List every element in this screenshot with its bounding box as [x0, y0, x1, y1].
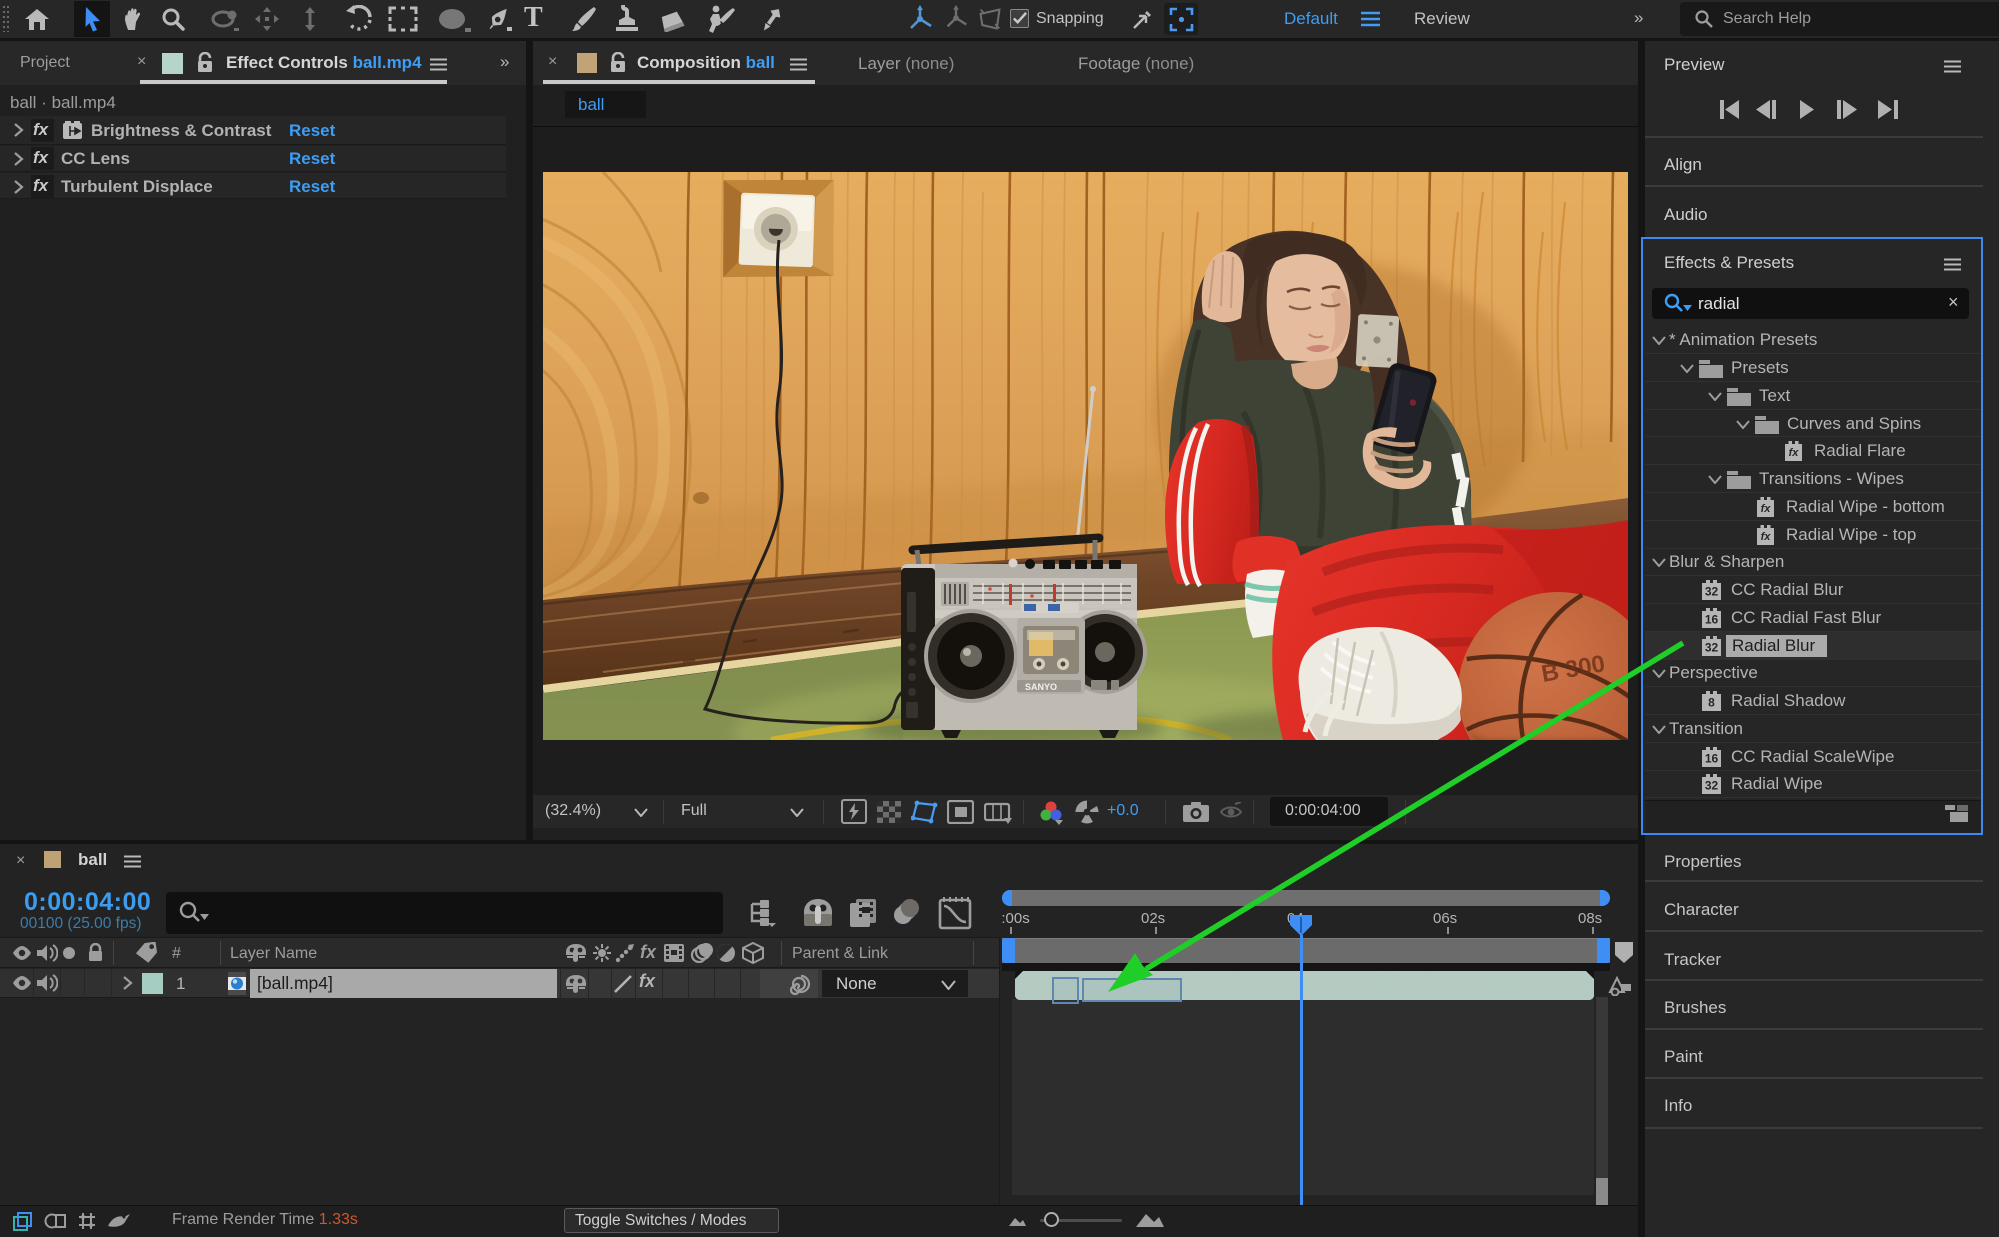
svg-text:fx: fx: [1761, 503, 1772, 515]
svg-text:32: 32: [1705, 779, 1719, 793]
svg-text:32: 32: [1705, 585, 1719, 599]
svg-text:SANYO: SANYO: [1025, 682, 1057, 692]
svg-text:fx: fx: [1761, 531, 1772, 543]
svg-text:fx: fx: [1789, 447, 1800, 459]
svg-text:16: 16: [1705, 752, 1719, 766]
svg-text:16: 16: [1705, 613, 1719, 627]
svg-text:8: 8: [1708, 696, 1715, 710]
svg-text:32: 32: [1705, 641, 1719, 655]
